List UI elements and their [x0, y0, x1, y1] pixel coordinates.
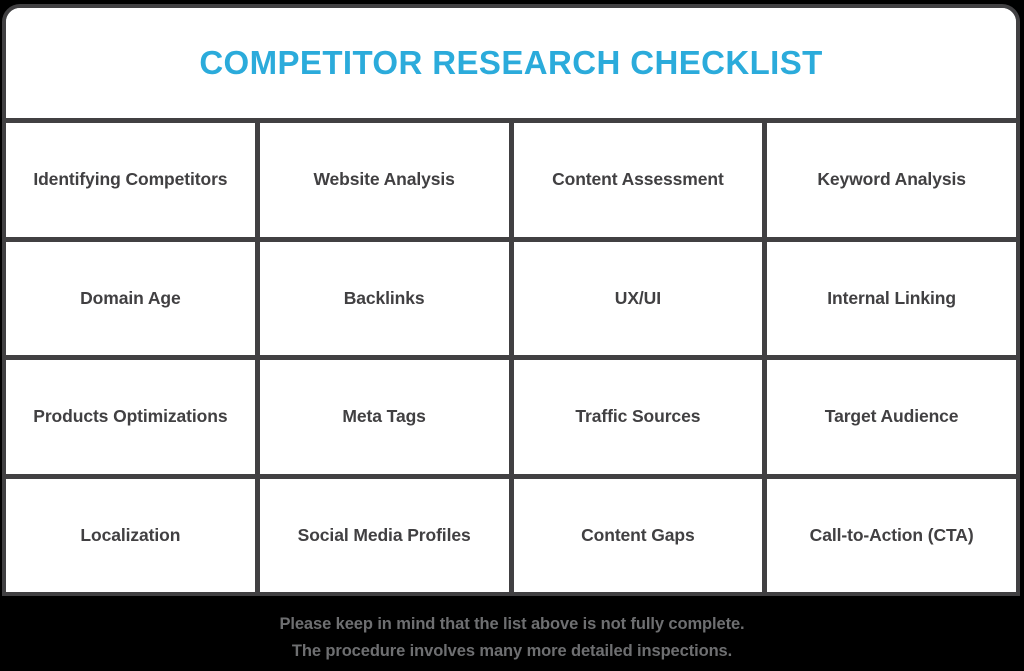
cell-label: Domain Age [80, 287, 181, 308]
cell-label: Keyword Analysis [817, 169, 966, 190]
checklist-cell-content-assessment[interactable]: Content Assessment [513, 123, 768, 237]
checklist-card: COMPETITOR RESEARCH CHECKLIST Identifyin… [2, 4, 1020, 596]
table-row: Identifying Competitors Website Analysis… [6, 123, 1016, 242]
checklist-cell-meta-tags[interactable]: Meta Tags [259, 360, 514, 474]
checklist-cell-target-audience[interactable]: Target Audience [767, 360, 1016, 474]
table-row: Localization Social Media Profiles Conte… [6, 478, 1016, 592]
checklist-cell-traffic-sources[interactable]: Traffic Sources [513, 360, 768, 474]
cell-label: Content Gaps [581, 524, 695, 545]
cell-label: Localization [80, 524, 181, 545]
cell-label: Target Audience [824, 406, 959, 427]
checklist-cell-localization[interactable]: Localization [6, 478, 260, 592]
checklist-cell-products-optimizations[interactable]: Products Optimizations [6, 360, 260, 474]
cell-label: Website Analysis [313, 169, 455, 190]
cell-label: Content Assessment [552, 169, 724, 190]
checklist-cell-call-to-action[interactable]: Call-to-Action (CTA) [767, 478, 1016, 592]
table-row: Domain Age Backlinks UX/UI Internal Link… [6, 241, 1016, 360]
cell-label: Identifying Competitors [33, 169, 228, 190]
title-bar: COMPETITOR RESEARCH CHECKLIST [6, 8, 1016, 123]
cell-label: Products Optimizations [33, 406, 228, 427]
checklist-cell-website-analysis[interactable]: Website Analysis [259, 123, 514, 237]
page-title: COMPETITOR RESEARCH CHECKLIST [199, 44, 823, 81]
checklist-grid: Identifying Competitors Website Analysis… [6, 123, 1016, 592]
cell-label: Social Media Profiles [297, 524, 471, 545]
checklist-cell-internal-linking[interactable]: Internal Linking [767, 241, 1016, 355]
cell-label: Internal Linking [827, 287, 956, 308]
checklist-page: COMPETITOR RESEARCH CHECKLIST Identifyin… [0, 0, 1024, 671]
checklist-cell-content-gaps[interactable]: Content Gaps [513, 478, 768, 592]
checklist-cell-domain-age[interactable]: Domain Age [6, 241, 260, 355]
checklist-cell-identifying-competitors[interactable]: Identifying Competitors [6, 123, 260, 237]
cell-label: Call-to-Action (CTA) [809, 524, 974, 545]
checklist-cell-ux-ui[interactable]: UX/UI [513, 241, 768, 355]
footer-note-line-1: Please keep in mind that the list above … [279, 614, 745, 633]
checklist-cell-backlinks[interactable]: Backlinks [259, 241, 514, 355]
table-row: Products Optimizations Meta Tags Traffic… [6, 360, 1016, 479]
cell-label: Backlinks [343, 287, 425, 308]
footer-note: Please keep in mind that the list above … [0, 604, 1024, 671]
checklist-cell-keyword-analysis[interactable]: Keyword Analysis [767, 123, 1016, 237]
footer-note-line-2: The procedure involves many more detaile… [291, 641, 733, 660]
cell-label: UX/UI [614, 287, 661, 308]
cell-label: Meta Tags [342, 406, 426, 427]
checklist-cell-social-media-profiles[interactable]: Social Media Profiles [259, 478, 514, 592]
cell-label: Traffic Sources [575, 406, 701, 427]
